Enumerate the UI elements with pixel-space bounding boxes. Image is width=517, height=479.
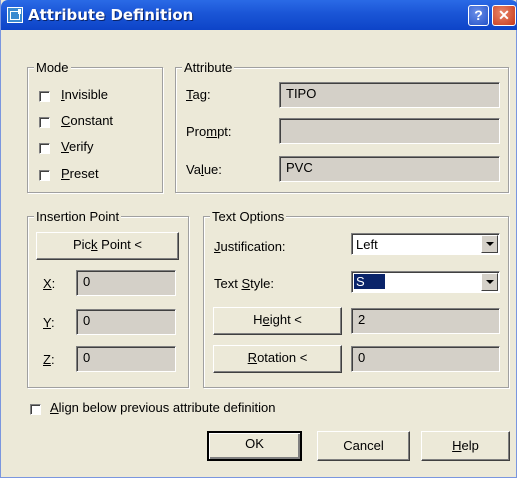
text-style-value: S: [353, 273, 386, 290]
constant-label[interactable]: Constant: [61, 113, 113, 128]
y-input[interactable]: 0: [76, 309, 176, 335]
height-button[interactable]: Height <: [213, 307, 342, 335]
constant-checkbox[interactable]: [39, 117, 50, 128]
ok-button[interactable]: OK: [207, 431, 302, 461]
justification-value: Left: [356, 237, 378, 252]
app-icon: [7, 7, 23, 23]
text-style-label: Text Style:: [214, 276, 274, 291]
rotation-input[interactable]: 0: [351, 346, 500, 372]
value-input[interactable]: PVC: [279, 156, 500, 182]
mode-legend: Mode: [34, 60, 71, 75]
preset-checkbox[interactable]: [39, 170, 50, 181]
prompt-input[interactable]: [279, 118, 500, 144]
verify-label[interactable]: Verify: [61, 139, 94, 154]
z-input[interactable]: 0: [76, 346, 176, 372]
prompt-label: Prompt:: [186, 124, 232, 139]
x-input[interactable]: 0: [76, 270, 176, 296]
window-title: Attribute Definition: [28, 6, 194, 24]
attribute-legend: Attribute: [182, 60, 235, 75]
chevron-down-icon[interactable]: [481, 273, 498, 291]
help-title-button[interactable]: ?: [468, 5, 489, 26]
chevron-down-icon[interactable]: [481, 235, 498, 253]
x-label: X:: [43, 276, 56, 291]
text-style-select[interactable]: S: [351, 271, 500, 293]
justification-select[interactable]: Left: [351, 233, 500, 255]
attribute-definition-dialog: Attribute Definition ? ✕ Mode Invisible …: [0, 0, 517, 478]
close-icon[interactable]: ✕: [492, 5, 516, 26]
height-input[interactable]: 2: [351, 308, 500, 334]
invisible-label[interactable]: Invisible: [61, 87, 108, 102]
preset-label[interactable]: Preset: [61, 166, 99, 181]
insertion-point-legend: Insertion Point: [34, 209, 122, 224]
justification-label: Justification:: [214, 239, 286, 254]
z-label: Z:: [43, 352, 55, 367]
tag-label: Tag:: [186, 87, 211, 102]
value-label: Value:: [186, 162, 222, 177]
cancel-button[interactable]: Cancel: [317, 431, 410, 461]
align-below-checkbox[interactable]: [30, 404, 41, 415]
align-below-label[interactable]: Align below previous attribute definitio…: [50, 400, 275, 415]
text-options-legend: Text Options: [210, 209, 287, 224]
pick-point-button[interactable]: Pick Point <: [36, 232, 179, 260]
invisible-checkbox[interactable]: [39, 91, 50, 102]
tag-input[interactable]: TIPO: [279, 82, 500, 108]
y-label: Y:: [43, 315, 55, 330]
rotation-button[interactable]: Rotation <: [213, 345, 342, 373]
title-bar[interactable]: Attribute Definition ? ✕: [1, 0, 517, 30]
help-button[interactable]: Help: [421, 431, 510, 461]
verify-checkbox[interactable]: [39, 143, 50, 154]
